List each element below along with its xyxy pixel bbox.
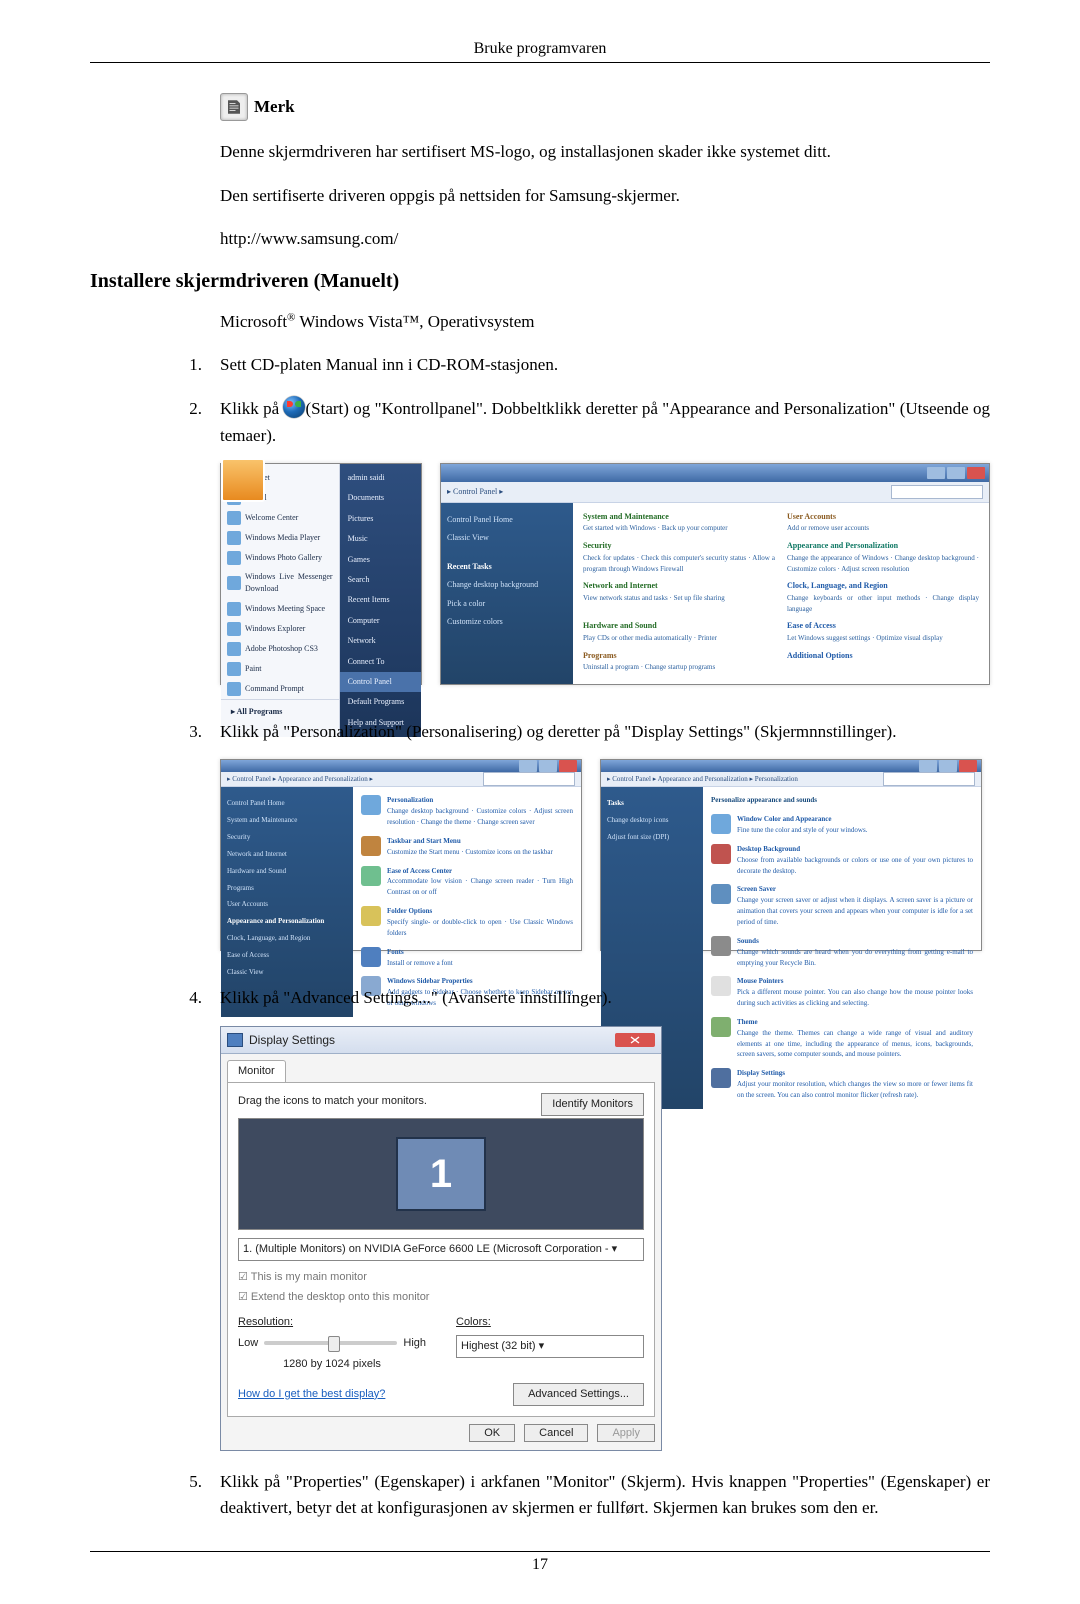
search-box <box>891 485 983 499</box>
monitor-layout-area[interactable]: 1 <box>238 1118 644 1230</box>
section-heading: Installere skjermdriveren (Manuelt) <box>90 270 990 293</box>
step-3-text: Klikk på "Personalization" (Personaliser… <box>220 719 990 967</box>
step-2-text: Klikk på (Start) og "Kontrollpanel". Dob… <box>220 396 990 701</box>
identify-monitors-button[interactable]: Identify Monitors <box>541 1093 644 1116</box>
os-suffix: Windows Vista™, Operativsystem <box>295 312 534 331</box>
colors-select[interactable]: Highest (32 bit) ▾ <box>456 1335 644 1358</box>
window-minimize-icon <box>927 467 945 479</box>
close-icon <box>615 1033 655 1047</box>
window-maximize-icon <box>947 467 965 479</box>
screenshot-control-panel: ▸ Control Panel ▸ Control Panel Home Cla… <box>440 463 990 685</box>
cancel-button[interactable]: Cancel <box>524 1424 588 1442</box>
page-header: Bruke programvaren <box>90 40 990 63</box>
monitor-icon <box>227 1033 243 1047</box>
screenshot-personalization: ▸ Control Panel ▸ Appearance and Persona… <box>600 759 982 951</box>
step-number-3: 3. <box>180 719 202 967</box>
tab-monitor[interactable]: Monitor <box>227 1060 286 1082</box>
start-menu-right: admin saidi Documents Pictures Music Gam… <box>340 464 421 737</box>
step-number-5: 5. <box>180 1469 202 1522</box>
os-line: Microsoft® Windows Vista™, Operativsyste… <box>220 309 990 335</box>
resolution-label: Resolution: <box>238 1314 426 1331</box>
monitor-select[interactable]: 1. (Multiple Monitors) on NVIDIA GeForce… <box>238 1238 644 1261</box>
screenshot-display-settings: Display Settings Monitor Identify Monito… <box>220 1026 662 1451</box>
screenshot-appearance: ▸ Control Panel ▸ Appearance and Persona… <box>220 759 582 951</box>
step-1-text: Sett CD-platen Manual inn i CD-ROM-stasj… <box>220 352 990 378</box>
help-link[interactable]: How do I get the best display? <box>238 1386 385 1403</box>
step-number-2: 2. <box>180 396 202 701</box>
resolution-slider[interactable] <box>264 1341 397 1345</box>
step-4-text: Klikk på "Advanced Settings..." (Avanser… <box>220 985 990 1450</box>
main-monitor-checkbox[interactable]: ☑ This is my main monitor <box>238 1269 644 1286</box>
start-menu-left: Internet E-mail Welcome Center Windows M… <box>221 464 340 737</box>
advanced-settings-button[interactable]: Advanced Settings... <box>513 1383 644 1406</box>
window-close-icon <box>967 467 985 479</box>
dialog-title: Display Settings <box>249 1031 335 1050</box>
resolution-value: 1280 by 1024 pixels <box>238 1356 426 1373</box>
colors-label: Colors: <box>456 1314 644 1331</box>
os-prefix: Microsoft <box>220 312 287 331</box>
samsung-url: http://www.samsung.com/ <box>220 226 990 252</box>
page-number: 17 <box>90 1551 990 1574</box>
note-paragraph-2: Den sertifiserte driveren oppgis på nett… <box>220 183 990 209</box>
step-5-text: Klikk på "Properties" (Egenskaper) i ark… <box>220 1469 990 1522</box>
step-number-4: 4. <box>180 985 202 1450</box>
note-icon <box>220 93 248 121</box>
user-avatar <box>221 458 265 502</box>
screenshot-start-menu: Internet E-mail Welcome Center Windows M… <box>220 463 422 685</box>
start-orb-icon <box>283 396 305 418</box>
note-label: Merk <box>254 97 295 117</box>
extend-desktop-checkbox[interactable]: ☑ Extend the desktop onto this monitor <box>238 1289 644 1306</box>
monitor-tile-1[interactable]: 1 <box>396 1137 486 1211</box>
step-number-1: 1. <box>180 352 202 378</box>
ok-button[interactable]: OK <box>469 1424 515 1442</box>
note-paragraph-1: Denne skjermdriveren har sertifisert MS-… <box>220 139 990 165</box>
apply-button[interactable]: Apply <box>597 1424 655 1442</box>
